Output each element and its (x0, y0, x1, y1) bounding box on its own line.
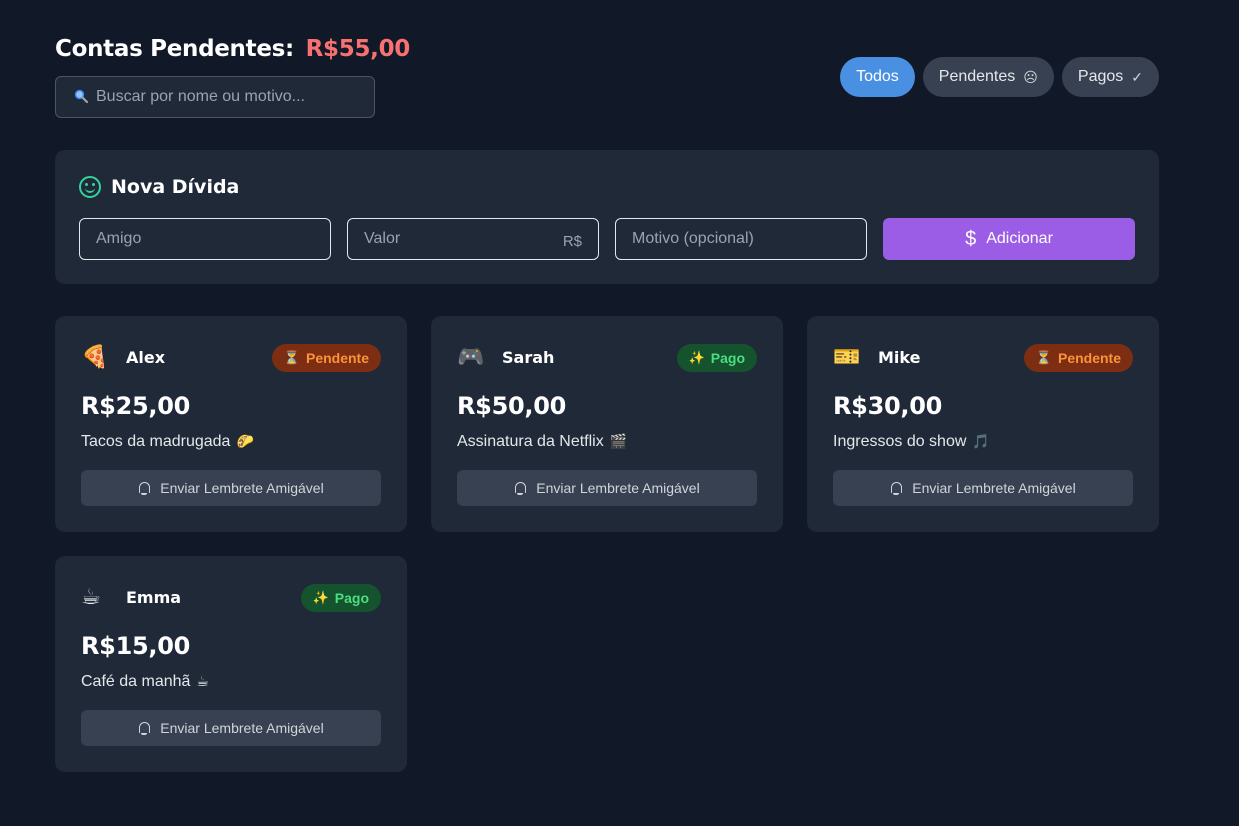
filter-group: Todos Pendentes ☹ Pagos ✓ (840, 57, 1159, 97)
send-reminder-label: Enviar Lembrete Amigável (912, 480, 1076, 496)
status-label: Pendente (305, 350, 369, 366)
currency-suffix: R$ (562, 232, 582, 250)
bell-icon (138, 721, 151, 735)
filter-pending-label: Pendentes (938, 68, 1016, 85)
search-input[interactable] (96, 88, 346, 106)
debt-reason-text: Café da manhã (81, 673, 191, 690)
debt-card: 🎫 Mike ⏳ Pendente R$30,00 Ingressos do s… (807, 316, 1159, 532)
hourglass-icon: ⏳ (1035, 350, 1052, 365)
debt-reason: Café da manhã ☕ (81, 673, 209, 691)
filter-paid-button[interactable]: Pagos ✓ (1061, 57, 1159, 97)
debt-amount: R$15,00 (81, 632, 190, 660)
pizza-icon: 🍕 (81, 344, 109, 369)
value-input[interactable] (364, 230, 563, 248)
status-badge: ⏳ Pendente (1023, 344, 1133, 372)
clapperboard-icon: 🎬 (609, 433, 628, 449)
bell-icon (138, 481, 151, 495)
add-debt-label: Adicionar (986, 230, 1053, 247)
new-debt-title: Nova Dívida (79, 176, 239, 198)
add-debt-button[interactable]: $ Adicionar (883, 218, 1135, 260)
pending-total: R$55,00 (305, 36, 411, 62)
debt-reason-text: Tacos da madrugada (81, 433, 231, 450)
status-label: Pago (710, 350, 745, 366)
sparkles-icon: ✨ (312, 590, 329, 605)
debt-reason: Assinatura da Netflix 🎬 (457, 433, 627, 451)
search-box[interactable] (55, 76, 375, 118)
send-reminder-button[interactable]: Enviar Lembrete Amigável (833, 470, 1133, 506)
debt-amount: R$30,00 (833, 392, 942, 420)
taco-icon: 🌮 (236, 433, 254, 449)
dollar-icon: $ (965, 227, 977, 250)
ticket-icon: 🎫 (833, 344, 861, 369)
debt-card: 🍕 Alex ⏳ Pendente R$25,00 Tacos da madru… (55, 316, 407, 532)
new-debt-title-text: Nova Dívida (111, 176, 240, 198)
bell-icon (890, 481, 903, 495)
bell-icon (514, 481, 527, 495)
debt-amount: R$50,00 (457, 392, 566, 420)
debt-friend-name: Sarah (502, 348, 555, 367)
send-reminder-button[interactable]: Enviar Lembrete Amigável (81, 710, 381, 746)
status-label: Pendente (1057, 350, 1121, 366)
debt-friend-name: Emma (126, 588, 182, 607)
debt-friend-name: Mike (878, 348, 921, 367)
smile-icon (79, 176, 101, 198)
friend-input[interactable] (96, 230, 314, 248)
status-badge: ✨ Pago (300, 584, 381, 612)
send-reminder-label: Enviar Lembrete Amigável (160, 720, 324, 736)
status-label: Pago (334, 590, 369, 606)
debt-amount: R$25,00 (81, 392, 190, 420)
game-controller-icon: 🎮 (457, 344, 485, 369)
debt-card: 🎮 Sarah ✨ Pago R$50,00 Assinatura da Net… (431, 316, 783, 532)
debt-reason: Tacos da madrugada 🌮 (81, 433, 254, 451)
status-badge: ✨ Pago (676, 344, 757, 372)
search-icon (74, 89, 89, 106)
music-note-icon: 🎵 (972, 433, 990, 449)
send-reminder-label: Enviar Lembrete Amigável (160, 480, 324, 496)
status-badge: ⏳ Pendente (271, 344, 381, 372)
filter-all-label: Todos (856, 68, 899, 85)
reason-field[interactable] (615, 218, 867, 260)
send-reminder-button[interactable]: Enviar Lembrete Amigável (81, 470, 381, 506)
debt-card: ☕ Emma ✨ Pago R$15,00 Café da manhã ☕ Env… (55, 556, 407, 772)
hourglass-icon: ⏳ (283, 350, 300, 365)
filter-pending-button[interactable]: Pendentes ☹ (922, 57, 1054, 97)
page-title-text: Contas Pendentes: (55, 36, 294, 62)
value-field[interactable]: R$ (347, 218, 599, 260)
coffee-icon: ☕ (81, 584, 101, 609)
filter-all-button[interactable]: Todos (840, 57, 915, 97)
coffee-icon: ☕ (196, 673, 209, 689)
sparkles-icon: ✨ (688, 350, 705, 365)
friend-field[interactable] (79, 218, 331, 260)
check-icon: ✓ (1131, 68, 1143, 85)
debt-reason-text: Ingressos do show (833, 433, 967, 450)
send-reminder-label: Enviar Lembrete Amigável (536, 480, 700, 496)
debt-reason-text: Assinatura da Netflix (457, 433, 604, 450)
debt-friend-name: Alex (126, 348, 166, 367)
debt-reason: Ingressos do show 🎵 (833, 433, 990, 451)
send-reminder-button[interactable]: Enviar Lembrete Amigável (457, 470, 757, 506)
new-debt-panel: Nova Dívida R$ $ Adicionar (55, 150, 1159, 284)
page-title: Contas Pendentes: R$55,00 (55, 36, 410, 62)
filter-paid-label: Pagos (1077, 68, 1124, 85)
reason-input[interactable] (632, 230, 850, 248)
sad-face-icon: ☹ (1023, 68, 1038, 85)
